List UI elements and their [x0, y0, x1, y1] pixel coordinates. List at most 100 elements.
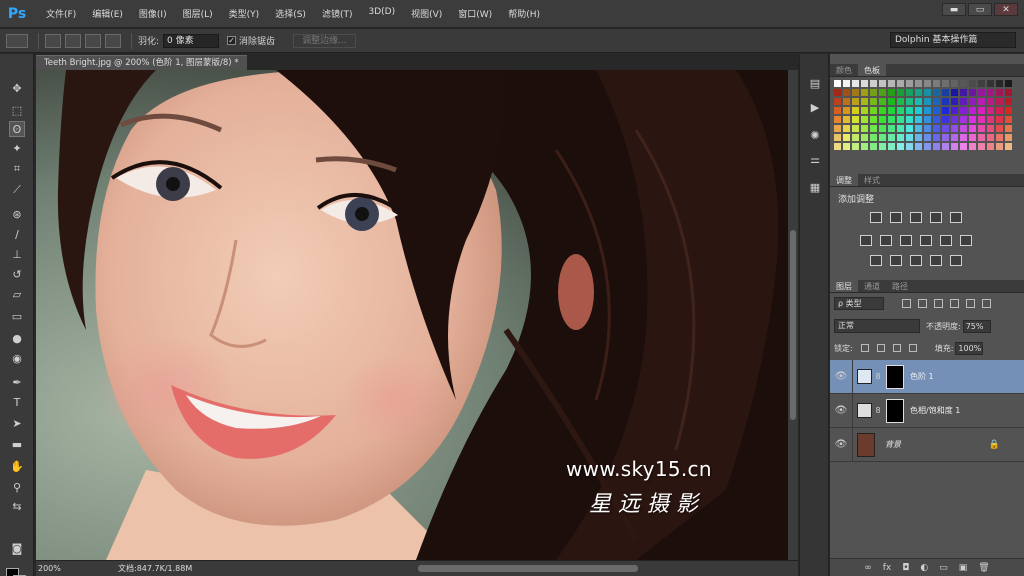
- type-tool-icon[interactable]: T: [9, 394, 25, 410]
- selective-color-icon[interactable]: [950, 255, 962, 266]
- channel-mixer-icon[interactable]: [940, 235, 952, 246]
- color-swatch[interactable]: [888, 143, 895, 150]
- lock-transparent-icon[interactable]: [860, 344, 869, 352]
- color-swatch[interactable]: [879, 125, 886, 132]
- color-swatch[interactable]: [834, 143, 841, 150]
- layer-row-levels[interactable]: 👁 8 色阶 1: [830, 359, 1024, 394]
- color-swatch[interactable]: [870, 134, 877, 141]
- color-swatch[interactable]: [924, 134, 931, 141]
- zoom-level[interactable]: 200%: [36, 564, 70, 573]
- color-swatch[interactable]: [834, 107, 841, 114]
- color-swatch[interactable]: [861, 143, 868, 150]
- color-swatch[interactable]: [942, 116, 949, 123]
- tab-channels[interactable]: 通道: [858, 280, 886, 292]
- color-swatch[interactable]: [834, 116, 841, 123]
- color-swatch[interactable]: [942, 98, 949, 105]
- color-swatch[interactable]: [987, 134, 994, 141]
- type-filter-icon[interactable]: [934, 298, 943, 308]
- color-swatch[interactable]: [951, 89, 958, 96]
- color-swatch[interactable]: [879, 143, 886, 150]
- color-swatch[interactable]: [1005, 116, 1012, 123]
- eye-icon[interactable]: 👁: [830, 371, 852, 382]
- add-selection-icon[interactable]: [65, 33, 81, 48]
- link-layers-icon[interactable]: ∞: [864, 563, 872, 573]
- menu-window[interactable]: 窗口(W): [450, 7, 500, 20]
- color-swatch[interactable]: [951, 143, 958, 150]
- color-swatch[interactable]: [960, 89, 967, 96]
- color-swatch[interactable]: [915, 125, 922, 132]
- color-swatch[interactable]: [897, 107, 904, 114]
- color-swatch[interactable]: [843, 89, 850, 96]
- color-swatch[interactable]: [996, 107, 1003, 114]
- color-swatch[interactable]: [897, 98, 904, 105]
- color-swatch[interactable]: [834, 80, 841, 87]
- blur-tool-icon[interactable]: ●: [9, 330, 25, 346]
- menu-image[interactable]: 图像(I): [131, 7, 175, 20]
- color-swatch[interactable]: [1005, 143, 1012, 150]
- path-selection-tool-icon[interactable]: ➤: [9, 415, 25, 431]
- color-swatch[interactable]: [897, 89, 904, 96]
- gradient-map-icon[interactable]: [930, 255, 942, 266]
- new-adjustment-icon[interactable]: ◐: [920, 563, 928, 573]
- color-swatch[interactable]: [978, 80, 985, 87]
- color-swatch[interactable]: [960, 143, 967, 150]
- color-swatch[interactable]: [942, 89, 949, 96]
- color-swatch[interactable]: [888, 107, 895, 114]
- color-swatch[interactable]: [978, 143, 985, 150]
- color-swatch[interactable]: [978, 134, 985, 141]
- color-swatch[interactable]: [987, 143, 994, 150]
- color-swatch[interactable]: [942, 134, 949, 141]
- color-swatch[interactable]: [978, 125, 985, 132]
- color-swatch[interactable]: [969, 116, 976, 123]
- color-swatch[interactable]: [843, 107, 850, 114]
- lock-image-icon[interactable]: [876, 344, 885, 352]
- black-white-icon[interactable]: [900, 235, 912, 246]
- color-swatch[interactable]: [996, 134, 1003, 141]
- healing-brush-tool-icon[interactable]: ⊛: [9, 206, 25, 222]
- color-swatch[interactable]: [960, 98, 967, 105]
- color-swatch[interactable]: [906, 89, 913, 96]
- color-swatch[interactable]: [969, 134, 976, 141]
- color-swatch[interactable]: [861, 116, 868, 123]
- lasso-tool-icon[interactable]: ʘ: [9, 121, 25, 137]
- color-swatch[interactable]: [1005, 80, 1012, 87]
- color-swatch[interactable]: [870, 89, 877, 96]
- color-swatch[interactable]: [933, 125, 940, 132]
- intersect-selection-icon[interactable]: [105, 33, 121, 48]
- dodge-tool-icon[interactable]: ◉: [9, 350, 25, 366]
- opacity-input[interactable]: 75%: [962, 319, 991, 333]
- color-swatch[interactable]: [888, 116, 895, 123]
- gradient-tool-icon[interactable]: ▭: [9, 308, 25, 324]
- color-swatch[interactable]: [1005, 125, 1012, 132]
- color-swatch[interactable]: [906, 98, 913, 105]
- color-swatch[interactable]: [960, 134, 967, 141]
- color-swatch[interactable]: [861, 98, 868, 105]
- color-swatch[interactable]: [969, 80, 976, 87]
- color-swatch[interactable]: [924, 143, 931, 150]
- link-icon[interactable]: 8: [874, 372, 882, 381]
- color-swatch[interactable]: [924, 80, 931, 87]
- color-swatch[interactable]: [1005, 134, 1012, 141]
- menu-filter[interactable]: 滤镜(T): [314, 7, 361, 20]
- history-brush-tool-icon[interactable]: ↺: [9, 266, 25, 282]
- invert-icon[interactable]: [870, 255, 882, 266]
- maximize-button[interactable]: ▭: [968, 3, 992, 16]
- color-swatch[interactable]: [951, 80, 958, 87]
- brightness-contrast-icon[interactable]: [870, 212, 882, 223]
- posterize-icon[interactable]: [890, 255, 902, 266]
- color-swatch[interactable]: [915, 98, 922, 105]
- clone-stamp-tool-icon[interactable]: ⊥: [9, 246, 25, 262]
- color-swatch[interactable]: [942, 80, 949, 87]
- color-swatch[interactable]: [861, 107, 868, 114]
- vibrance-icon[interactable]: [950, 212, 962, 223]
- color-swatch[interactable]: [933, 116, 940, 123]
- color-swatch[interactable]: [879, 134, 886, 141]
- color-balance-icon[interactable]: [880, 235, 892, 246]
- color-swatch[interactable]: [960, 80, 967, 87]
- move-tool-icon[interactable]: ✥: [9, 80, 25, 96]
- color-swatch[interactable]: [933, 89, 940, 96]
- color-swatch[interactable]: [933, 80, 940, 87]
- layer-kind-select[interactable]: ρ 类型: [834, 296, 884, 310]
- swap-colors-icon[interactable]: ⇆: [9, 498, 25, 514]
- new-layer-icon[interactable]: ▣: [959, 563, 968, 573]
